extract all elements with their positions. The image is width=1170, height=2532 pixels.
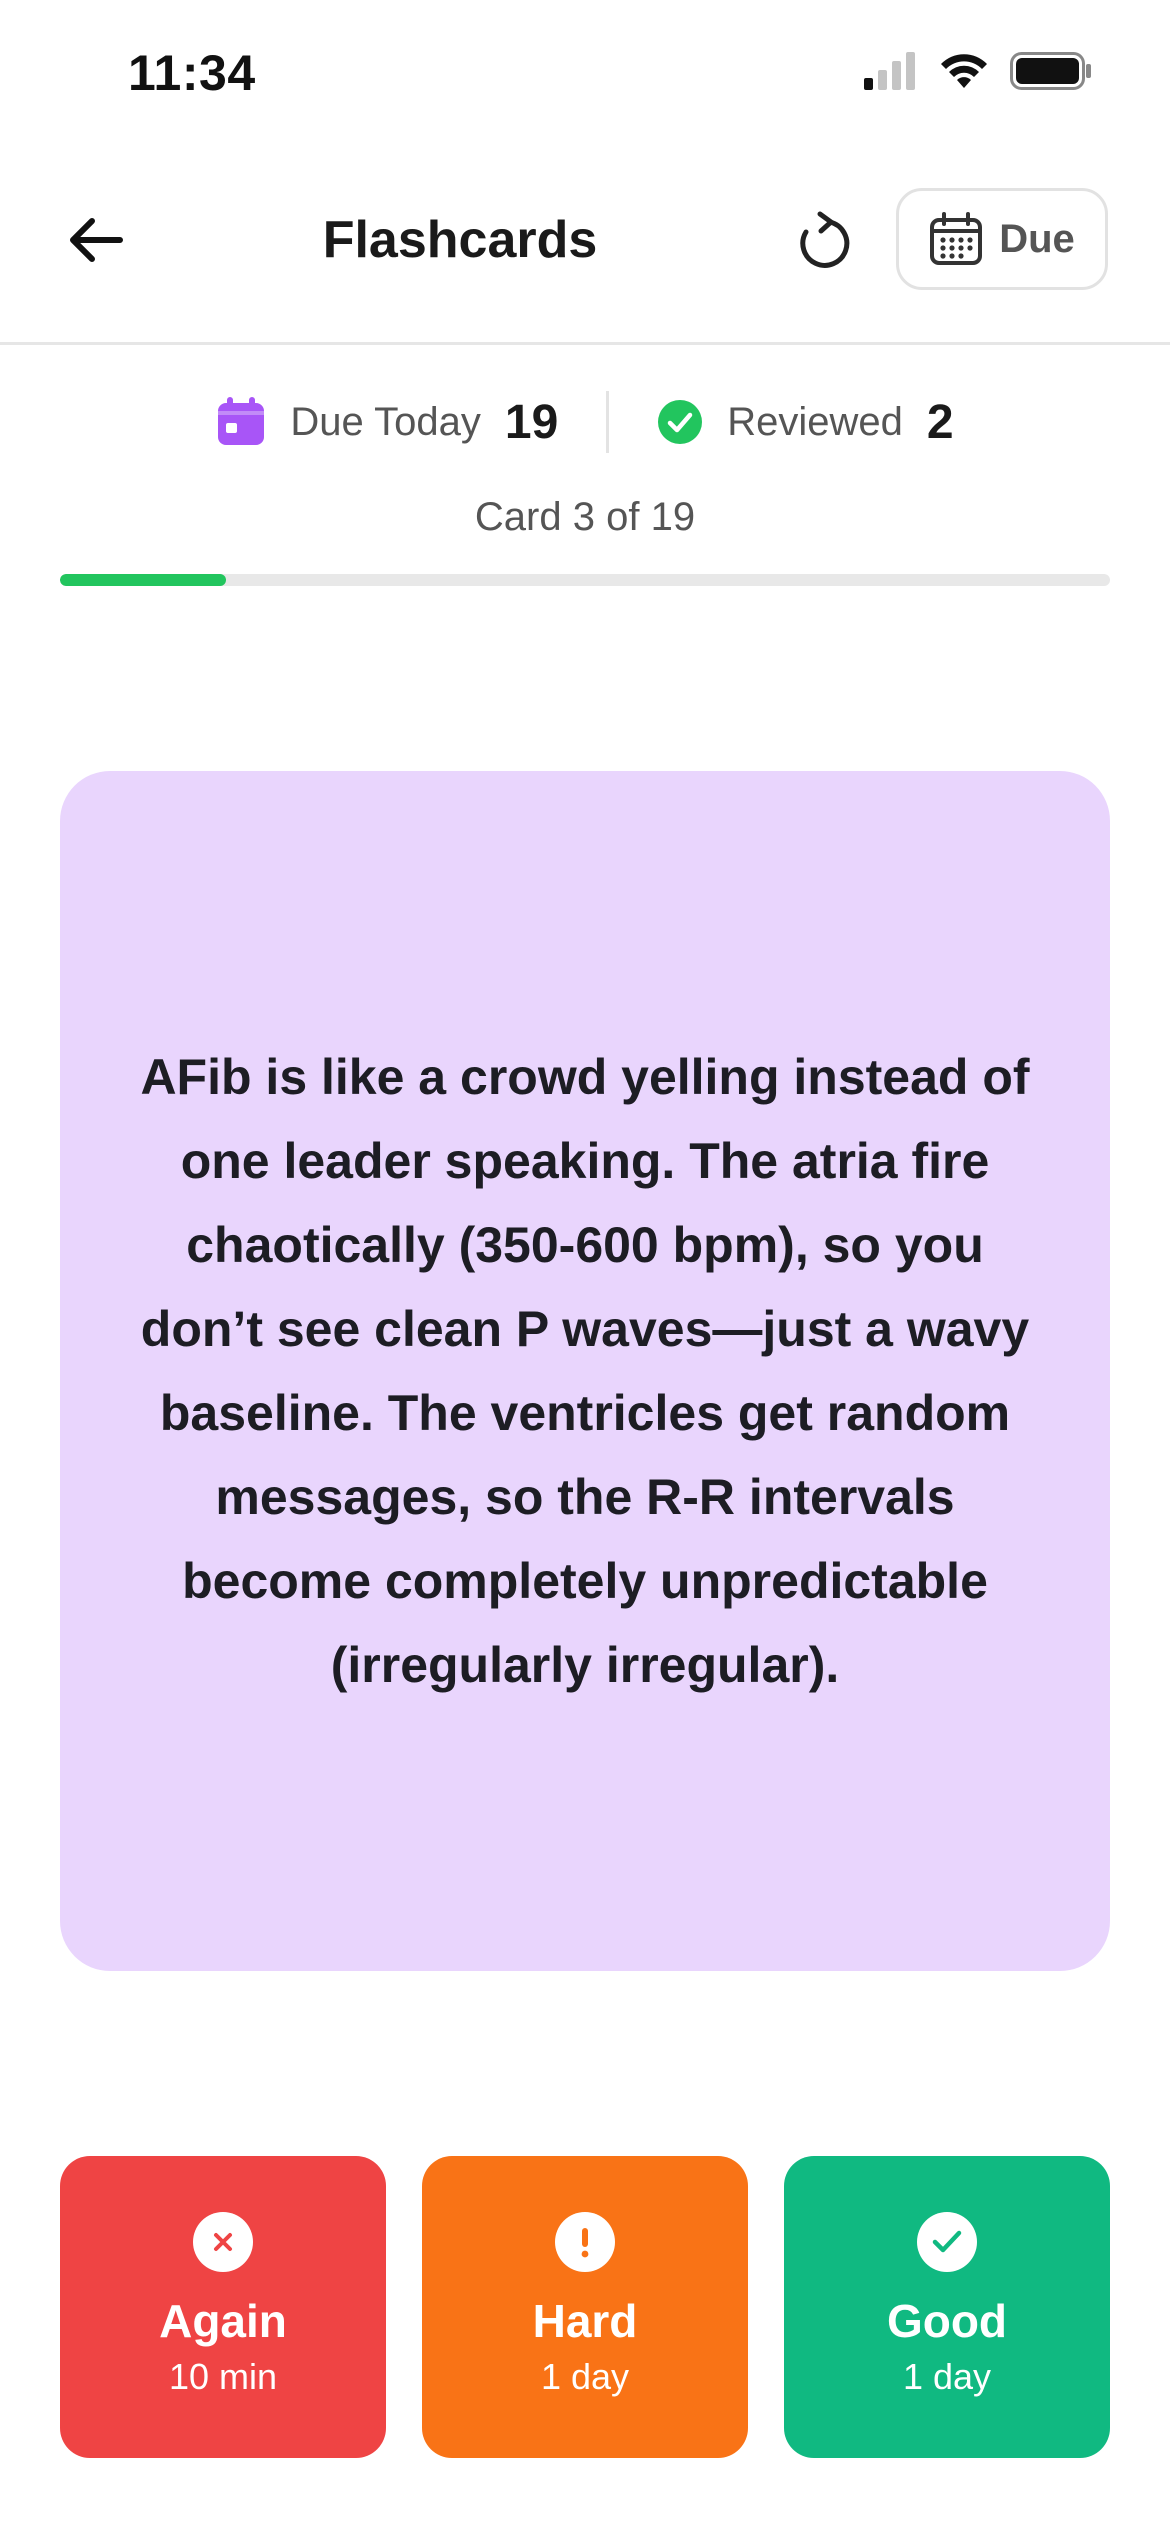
check-circle-icon	[917, 2212, 977, 2272]
again-label: Again	[159, 2295, 287, 2347]
stats-divider	[606, 391, 610, 453]
calendar-icon	[218, 397, 265, 445]
hard-button[interactable]: Hard 1 day	[422, 2156, 748, 2458]
flashcard-text: AFib is like a crowd yelling instead of …	[140, 1049, 1030, 1693]
status-icons	[862, 52, 1092, 90]
arrow-left-icon	[70, 218, 123, 262]
good-label: Good	[886, 2295, 1008, 2347]
cellular-signal-icon	[864, 52, 915, 90]
wifi-icon	[941, 54, 987, 88]
due-button-label: Due	[999, 216, 1075, 261]
refresh-button[interactable]	[782, 200, 866, 284]
good-interval: 1 day	[902, 2356, 992, 2397]
due-today-label: Due Today	[290, 399, 481, 444]
reviewed-stat: Reviewed 2	[657, 395, 954, 450]
page-title: Flashcards	[322, 211, 598, 269]
progress-fill	[60, 574, 226, 586]
battery-icon	[1010, 52, 1091, 90]
answer-buttons: Again 10 min Hard 1 day Good 1 day	[60, 2156, 1110, 2458]
exclamation-circle-icon	[555, 2212, 615, 2272]
again-interval: 10 min	[168, 2356, 278, 2397]
due-filter-button[interactable]: Due	[896, 188, 1108, 290]
status-bar: 11:34	[0, 0, 1170, 150]
x-circle-icon	[193, 2212, 253, 2272]
due-today-value: 19	[504, 395, 559, 449]
status-time: 11:34	[128, 45, 256, 101]
reviewed-value: 2	[926, 395, 954, 449]
again-button[interactable]: Again 10 min	[60, 2156, 386, 2458]
calendar-icon	[930, 212, 983, 265]
card-counter: Card 3 of 19	[474, 495, 696, 539]
nav-header: Flashcards Due	[0, 150, 1170, 345]
stats-row: Due Today 19 Reviewed 2	[0, 391, 1170, 453]
hard-interval: 1 day	[540, 2356, 630, 2397]
check-circle-icon	[658, 400, 703, 444]
hard-label: Hard	[532, 2295, 638, 2347]
back-button[interactable]	[56, 200, 136, 280]
reviewed-label: Reviewed	[727, 399, 903, 444]
progress-bar	[60, 574, 1110, 586]
good-button[interactable]: Good 1 day	[784, 2156, 1110, 2458]
refresh-icon	[800, 211, 850, 268]
due-today-stat: Due Today 19	[216, 395, 558, 450]
flashcard[interactable]: AFib is like a crowd yelling instead of …	[60, 771, 1110, 1971]
